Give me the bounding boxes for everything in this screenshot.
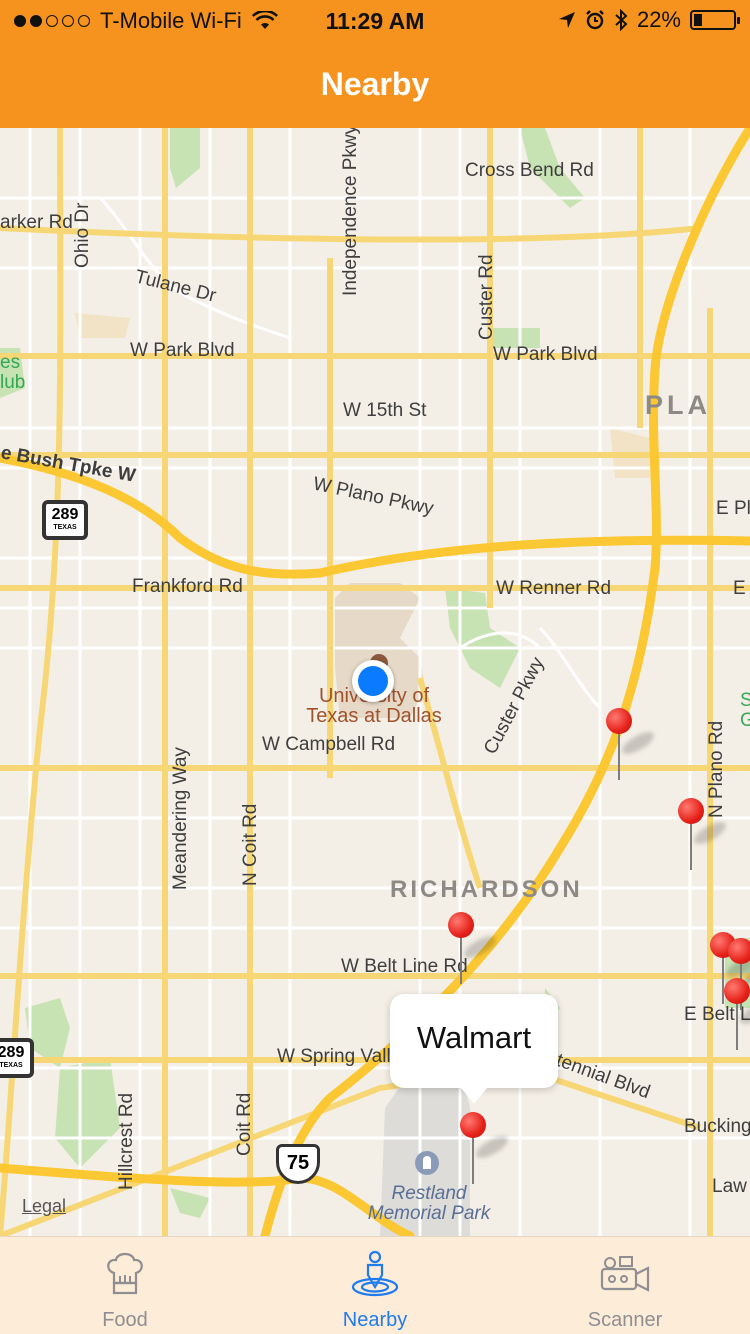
alarm-icon xyxy=(586,10,604,30)
location-person-icon xyxy=(351,1250,399,1297)
nav-bar: Nearby xyxy=(0,40,750,128)
street-label: Frankford Rd xyxy=(132,576,243,597)
street-label: W Park Blvd xyxy=(130,340,235,361)
map-view[interactable]: Cross Bend Rd arker Rd Ohio Dr Tulane Dr… xyxy=(0,128,750,1236)
location-pin[interactable] xyxy=(446,912,500,988)
park-label: lub xyxy=(0,372,26,393)
location-pin[interactable] xyxy=(604,708,658,784)
street-label: E xyxy=(733,578,746,599)
street-label: Meandering Way xyxy=(170,747,191,890)
wifi-icon xyxy=(251,11,278,29)
street-label: Hillcrest Rd xyxy=(116,1092,137,1190)
highway-289-shield: 289 TEXAS xyxy=(42,500,88,540)
tab-scanner[interactable]: Scanner xyxy=(500,1237,750,1334)
status-right: 22% xyxy=(558,7,740,33)
park-label: S xyxy=(740,690,750,711)
walmart-callout[interactable]: Walmart xyxy=(390,994,558,1104)
street-label: Bucking xyxy=(684,1116,750,1137)
tab-bar: Food Nearby Scanner xyxy=(0,1236,750,1334)
location-arrow-icon xyxy=(558,12,575,28)
page-title: Nearby xyxy=(320,66,430,102)
location-pin[interactable] xyxy=(722,978,750,1054)
street-label: N Coit Rd xyxy=(240,803,261,886)
walmart-pin[interactable] xyxy=(458,1112,512,1188)
carrier-label: T-Mobile Wi-Fi xyxy=(100,8,242,33)
tab-food[interactable]: Food xyxy=(0,1237,250,1334)
cemetery-label: Restland Memorial Park xyxy=(367,1183,491,1224)
street-label: arker Rd xyxy=(0,212,73,233)
location-pin[interactable] xyxy=(676,798,730,874)
battery-percent: 22% xyxy=(636,7,681,32)
callout-title: Walmart xyxy=(416,1020,532,1055)
park-label: G xyxy=(740,710,750,731)
street-label: Cross Bend Rd xyxy=(465,160,594,181)
status-left: T-Mobile Wi-Fi xyxy=(14,8,278,34)
bluetooth-icon xyxy=(615,9,628,31)
cemetery-icon xyxy=(415,1151,439,1175)
street-label: Coit Rd xyxy=(234,1092,255,1156)
park-label: es xyxy=(0,352,21,373)
tab-nearby[interactable]: Nearby xyxy=(250,1237,500,1334)
video-camera-icon xyxy=(600,1256,650,1292)
city-label: RICHARDSON xyxy=(390,876,583,903)
street-label: Custer Rd xyxy=(476,254,497,340)
highway-289-shield: 289 TEXAS xyxy=(0,1038,34,1078)
tab-label: Nearby xyxy=(342,1309,408,1331)
street-label: E Pl xyxy=(716,498,750,519)
street-label: N Plano Rd xyxy=(706,720,727,818)
street-label: Ohio Dr xyxy=(72,202,93,268)
legal-link[interactable]: Legal xyxy=(22,1196,66,1217)
street-label: W Park Blvd xyxy=(493,344,598,365)
street-label: W 15th St xyxy=(343,400,427,421)
street-label: W Campbell Rd xyxy=(262,734,396,755)
user-location-dot[interactable] xyxy=(352,660,394,702)
battery-icon xyxy=(690,10,740,30)
street-label: Independence Pkwy xyxy=(340,128,361,296)
street-label: W Renner Rd xyxy=(496,578,612,599)
chef-hat-icon xyxy=(107,1252,143,1295)
city-label: PLA xyxy=(645,390,711,420)
tab-label: Scanner xyxy=(587,1309,663,1331)
tab-label: Food xyxy=(102,1309,148,1331)
signal-dots-icon xyxy=(14,15,90,27)
status-bar: T-Mobile Wi-Fi 11:29 AM 22% xyxy=(0,0,750,40)
street-label: Law xyxy=(712,1176,747,1197)
